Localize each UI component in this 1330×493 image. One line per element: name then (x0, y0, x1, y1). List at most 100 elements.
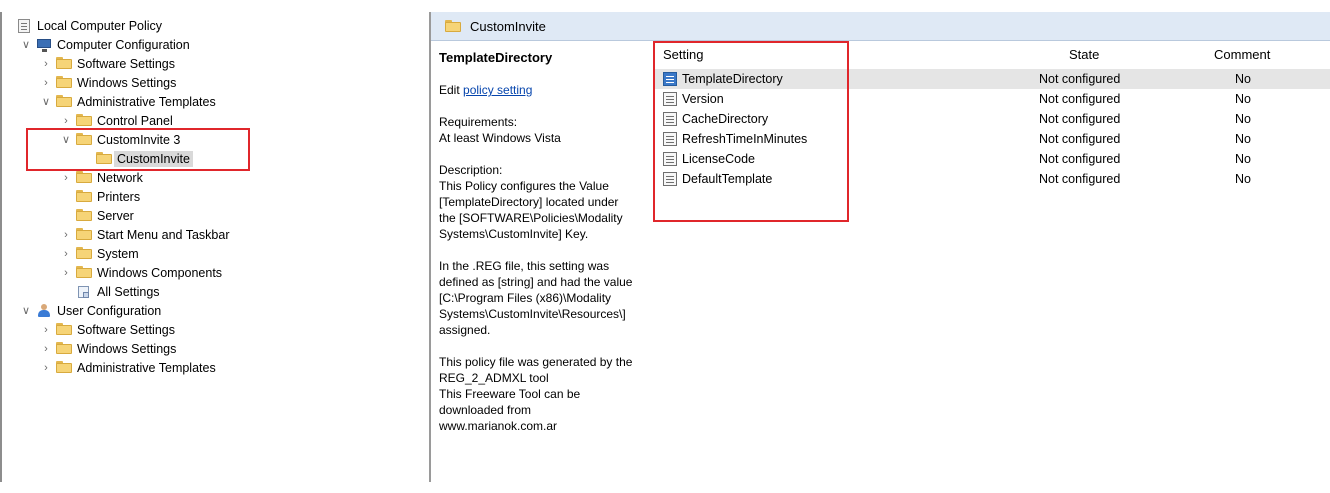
setting-row-templatedirectory[interactable]: TemplateDirectory Not configured No (653, 69, 1330, 89)
generated-by-text: This policy file was generated by the RE… (439, 355, 633, 433)
policy-description-panel: TemplateDirectory Edit policy setting Re… (439, 46, 651, 450)
tree-item-label: User Configuration (57, 303, 162, 318)
folder-icon (76, 170, 92, 185)
chevron-right-icon[interactable]: › (60, 168, 72, 187)
setting-comment: No (1235, 112, 1251, 126)
folder-icon (76, 265, 92, 280)
tree-item-server[interactable]: Server (76, 206, 134, 225)
tree-item-label: Printers (97, 189, 141, 204)
tree-item-label: CustomInvite (114, 150, 193, 167)
setting-name: DefaultTemplate (682, 172, 773, 186)
column-header-comment[interactable]: Comment (1214, 40, 1294, 68)
tree-item-system[interactable]: › System (60, 244, 139, 263)
setting-state: Not configured (1039, 152, 1121, 166)
details-header: CustomInvite (431, 12, 1330, 41)
folder-icon (76, 246, 92, 261)
setting-state: Not configured (1039, 112, 1121, 126)
tree-item-label: CustomInvite 3 (97, 132, 181, 147)
tree-item-user-configuration[interactable]: ∨ User Configuration (20, 301, 161, 320)
tree-item-label: Administrative Templates (77, 360, 216, 375)
edit-prefix: Edit (439, 83, 464, 97)
folder-icon (56, 56, 72, 71)
tree-item-label: Windows Components (97, 265, 223, 280)
reg-info-text: In the .REG file, this setting was defin… (439, 259, 633, 337)
setting-name: Version (682, 92, 724, 106)
setting-state: Not configured (1039, 72, 1121, 86)
policy-name: TemplateDirectory (439, 50, 553, 65)
chevron-right-icon[interactable]: › (40, 54, 52, 73)
tree-item-software-settings[interactable]: › Software Settings (40, 54, 175, 73)
setting-row-cachedirectory[interactable]: CacheDirectory Not configured No (653, 109, 1330, 129)
tree-item-custominvite-3[interactable]: ∨ CustomInvite 3 (60, 130, 180, 149)
chevron-down-icon[interactable]: ∨ (40, 92, 52, 111)
details-title: CustomInvite (470, 18, 546, 34)
chevron-down-icon[interactable]: ∨ (60, 130, 72, 149)
edit-policy-setting-link[interactable]: policy setting (463, 83, 532, 97)
column-header-setting[interactable]: Setting (663, 40, 963, 68)
chevron-down-icon[interactable]: ∨ (20, 35, 32, 54)
setting-row-licensecode[interactable]: LicenseCode Not configured No (653, 149, 1330, 169)
chevron-right-icon[interactable]: › (60, 111, 72, 130)
policy-setting-icon (663, 92, 677, 106)
setting-state: Not configured (1039, 132, 1121, 146)
tree-item-network[interactable]: › Network (60, 168, 143, 187)
tree-item-computer-configuration[interactable]: ∨ Computer Configuration (20, 35, 190, 54)
folder-icon (76, 189, 92, 204)
tree-item-label: All Settings (97, 284, 160, 299)
column-header-state[interactable]: State (1069, 40, 1139, 68)
tree-item-user-windows-settings[interactable]: › Windows Settings (40, 339, 176, 358)
chevron-right-icon[interactable]: › (40, 358, 52, 377)
tree-item-user-software-settings[interactable]: › Software Settings (40, 320, 175, 339)
tree-root-label: Local Computer Policy (37, 18, 163, 33)
tree-item-windows-settings[interactable]: › Windows Settings (40, 73, 176, 92)
computer-icon (36, 38, 52, 52)
chevron-right-icon[interactable]: › (40, 73, 52, 92)
setting-row-version[interactable]: Version Not configured No (653, 89, 1330, 109)
policy-setting-icon (663, 132, 677, 146)
tree-item-windows-components[interactable]: › Windows Components (60, 263, 222, 282)
chevron-right-icon[interactable]: › (40, 320, 52, 339)
setting-name: RefreshTimeInMinutes (682, 132, 808, 146)
setting-comment: No (1235, 172, 1251, 186)
chevron-right-icon[interactable]: › (60, 263, 72, 282)
setting-name: LicenseCode (682, 152, 755, 166)
folder-icon (76, 132, 92, 147)
policy-tree[interactable]: Local Computer Policy ∨ Computer Configu… (0, 12, 430, 482)
tree-item-start-menu-and-taskbar[interactable]: › Start Menu and Taskbar (60, 225, 229, 244)
tree-item-label: Administrative Templates (77, 94, 216, 109)
details-pane: CustomInvite TemplateDirectory Edit poli… (430, 12, 1330, 482)
tree-item-label: Computer Configuration (57, 37, 190, 52)
tree-item-user-administrative-templates[interactable]: › Administrative Templates (40, 358, 216, 377)
tree-item-custominvite[interactable]: CustomInvite (96, 149, 193, 168)
tree-item-label: Windows Settings (77, 75, 177, 90)
edit-policy-line: Edit policy setting (439, 82, 651, 98)
tree-item-label: Software Settings (77, 56, 175, 71)
policy-icon (16, 18, 32, 33)
folder-icon (56, 75, 72, 90)
chevron-right-icon[interactable]: › (60, 244, 72, 263)
tree-root[interactable]: Local Computer Policy (16, 16, 162, 35)
tree-item-control-panel[interactable]: › Control Panel (60, 111, 173, 130)
tree-item-label: Server (97, 208, 134, 223)
chevron-right-icon[interactable]: › (60, 225, 72, 244)
folder-icon (56, 360, 72, 375)
folder-icon (76, 208, 92, 223)
tree-item-label: Start Menu and Taskbar (97, 227, 230, 242)
tree-item-all-settings[interactable]: All Settings (76, 282, 160, 301)
tree-item-printers[interactable]: Printers (76, 187, 140, 206)
folder-icon (76, 113, 92, 128)
chevron-right-icon[interactable]: › (40, 339, 52, 358)
setting-comment: No (1235, 152, 1251, 166)
description-text: Description: This Policy configures the … (439, 163, 623, 241)
settings-list: Setting State Comment TemplateDirectory … (653, 40, 1330, 482)
all-settings-icon (76, 285, 92, 299)
tree-item-administrative-templates[interactable]: ∨ Administrative Templates (40, 92, 216, 111)
chevron-down-icon[interactable]: ∨ (20, 301, 32, 320)
setting-row-refreshtimeinminutes[interactable]: RefreshTimeInMinutes Not configured No (653, 129, 1330, 149)
tree-item-label: Network (97, 170, 143, 185)
user-icon (36, 303, 52, 318)
setting-row-defaulttemplate[interactable]: DefaultTemplate Not configured No (653, 169, 1330, 189)
policy-setting-icon (663, 72, 677, 86)
policy-setting-icon (663, 112, 677, 126)
setting-state: Not configured (1039, 92, 1121, 106)
